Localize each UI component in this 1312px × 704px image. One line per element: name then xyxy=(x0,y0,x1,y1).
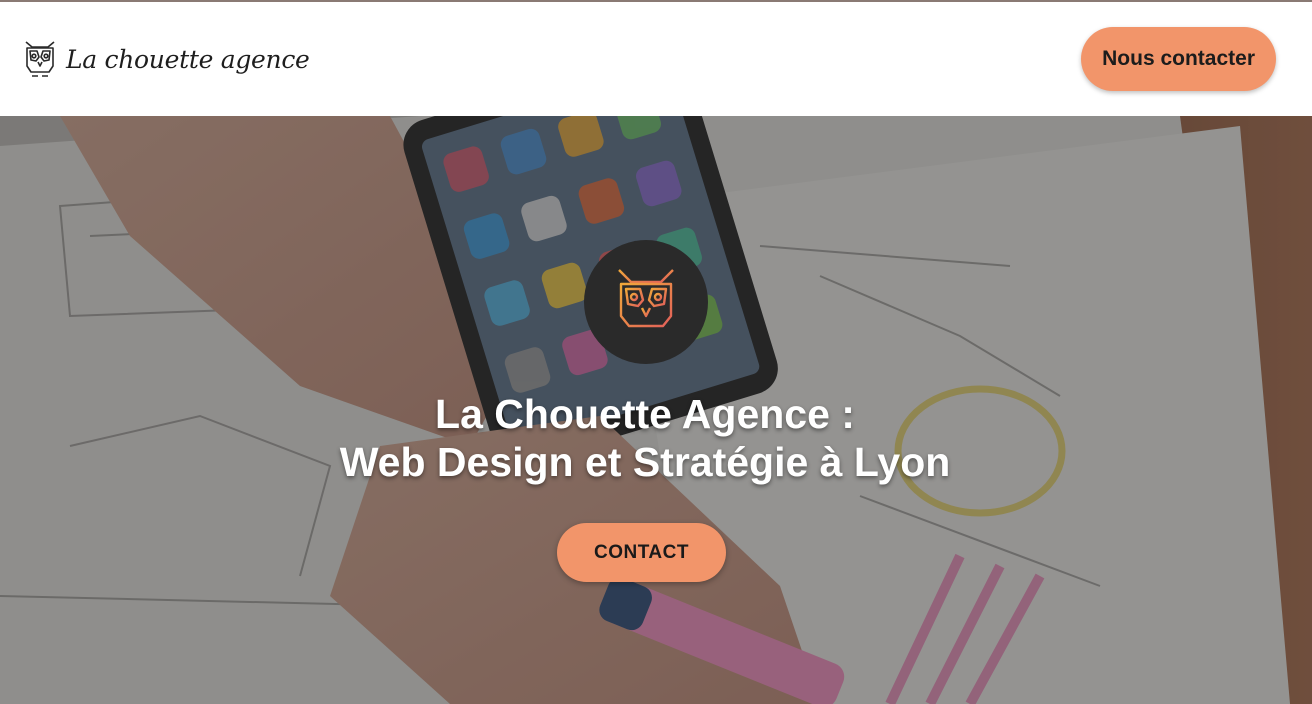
brand-link[interactable]: La chouette agence xyxy=(22,38,310,80)
site-header: La chouette agence Nous contacter xyxy=(0,2,1312,116)
hero-logo-badge xyxy=(584,240,708,364)
hero-contact-button[interactable]: CONTACT xyxy=(557,523,726,582)
contact-us-button[interactable]: Nous contacter xyxy=(1081,27,1276,91)
hero-title: La Chouette Agence : Web Design et Strat… xyxy=(0,390,1290,486)
hero-title-line2: Web Design et Stratégie à Lyon xyxy=(339,439,951,485)
owl-logo-icon xyxy=(25,41,55,77)
owl-logo-icon xyxy=(618,269,674,336)
hero-title-line1: La Chouette Agence : xyxy=(435,391,855,437)
brand-name: La chouette agence xyxy=(66,44,310,74)
hero-section: La Chouette Agence : Web Design et Strat… xyxy=(0,116,1312,704)
